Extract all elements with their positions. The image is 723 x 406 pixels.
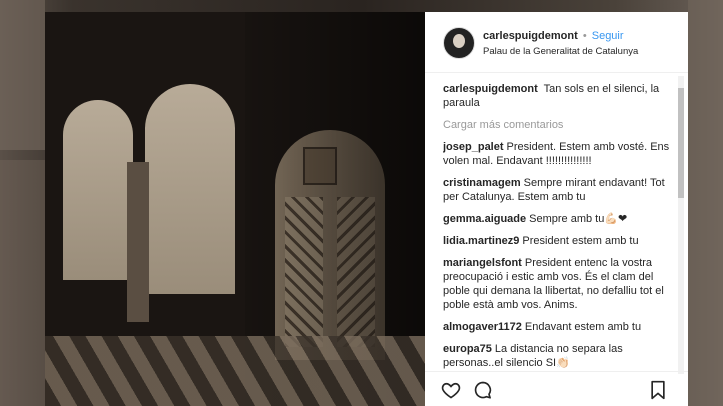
comment-author[interactable]: europa75 [443,343,492,355]
comment-author[interactable]: gemma.aiguade [443,213,526,225]
comment: lidia.martinez9 President estem amb tu [443,234,675,248]
load-more-comments-button[interactable]: Cargar más comentarios [443,118,675,132]
comment-author[interactable]: lidia.martinez9 [443,235,519,247]
comment-author[interactable]: carlespuigdemont [443,83,538,95]
comment-author[interactable]: josep_palet [443,141,504,153]
comment-author[interactable]: almogaver1172 [443,321,522,333]
arch-window [63,100,133,280]
tiled-floor [45,336,425,406]
post-header: carlespuigdemont • Seguir Palau de la Ge… [425,12,688,73]
location-link[interactable]: Palau de la Generalitat de Catalunya [483,46,638,57]
comment-text: Endavant estem amb tu [524,321,642,333]
post-author: carlespuigdemont • Seguir [483,30,624,42]
comment-author[interactable]: mariangelsfont [443,257,522,269]
username-link[interactable]: carlespuigdemont [483,30,578,42]
comment: europa75 La distancia no separa las perso… [443,342,675,370]
comments-scrollbar[interactable] [678,76,684,374]
separator: • [582,30,587,42]
background-thumbnail [688,0,723,406]
heart-icon[interactable] [441,380,461,400]
follow-button[interactable]: Seguir [592,30,624,42]
comment: gemma.aiguade Sempre amb tu💪🏻❤ [443,212,675,226]
comment-icon[interactable] [473,380,493,400]
caption: carlespuigdemont Tan sols en el silenci,… [443,82,675,110]
comment: mariangelsfont President entenc la vostra… [443,256,675,312]
comments-list[interactable]: carlespuigdemont Tan sols en el silenci,… [443,82,675,374]
post-actions [425,371,688,406]
arch-window [145,84,235,294]
background-thumbnail [0,0,45,150]
comment: cristinamagem Sempre mirant endavant! Tot… [443,176,675,204]
background-thumbnail [0,160,45,406]
post-side-panel: carlespuigdemont • Seguir Palau de la Ge… [425,12,688,406]
bookmark-icon[interactable] [648,380,668,400]
comment: josep_palet President. Estem amb vosté. E… [443,140,675,168]
comment-author[interactable]: cristinamagem [443,177,521,189]
scrollbar-thumb[interactable] [678,88,684,198]
comment-text: Sempre amb tu💪🏻❤ [529,213,628,225]
comment-text: President estem amb tu [522,235,639,247]
post-photo[interactable] [45,12,425,406]
column [127,162,149,322]
avatar[interactable] [443,27,475,59]
comment: almogaver1172 Endavant estem amb tu [443,320,675,334]
